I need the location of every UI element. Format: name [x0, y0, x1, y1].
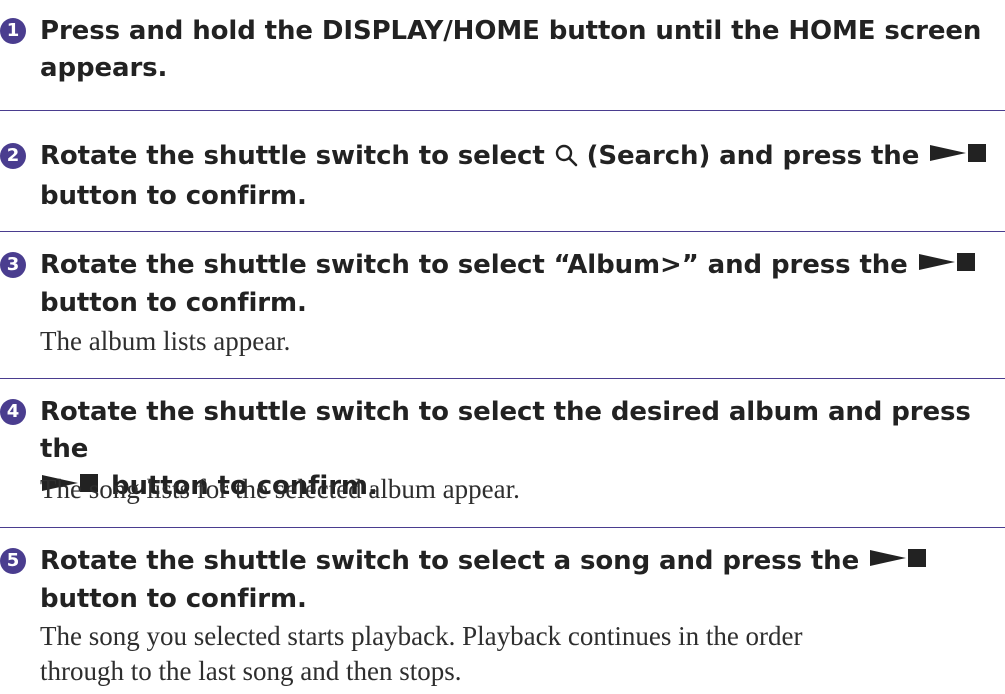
step-instruction-line: Rotate the shuttle switch to select a so… — [40, 546, 869, 576]
step-instruction-line: (Search) and press the — [577, 141, 929, 171]
step-result-line: The song you selected starts playback. P… — [40, 621, 803, 651]
section-divider — [0, 110, 1005, 111]
step-instruction-line: Rotate the shuttle switch to select “Alb… — [40, 250, 917, 280]
step-instruction-line: Press and hold the DISPLAY/HOME button u… — [40, 16, 982, 46]
step-instruction-line: appears. — [40, 53, 168, 83]
step-result-text: The album lists appear. — [40, 326, 291, 356]
step-instruction: Press and hold the DISPLAY/HOME button u… — [40, 13, 1000, 87]
step-instruction: Rotate the shuttle switch to select “Alb… — [40, 247, 1000, 322]
step-instruction-line: Rotate the shuttle switch to select the … — [40, 397, 971, 464]
step-number-badge: 4 — [0, 399, 26, 425]
play-stop-icon — [917, 248, 979, 285]
section-divider — [0, 231, 1005, 232]
step-result-text: The song you selected starts playback. P… — [40, 619, 980, 689]
step-instruction: Rotate the shuttle switch to select (Sea… — [40, 138, 1000, 215]
step-instruction-line: button to confirm. — [40, 584, 307, 614]
step-number-badge: 5 — [0, 548, 26, 574]
step-number-badge: 2 — [0, 143, 26, 169]
step-number-badge: 1 — [0, 18, 26, 44]
step-instruction: Rotate the shuttle switch to select a so… — [40, 543, 1000, 618]
step-result-text: The song lists for the selected album ap… — [40, 474, 520, 504]
step-result-line: through to the last song and then stops. — [40, 656, 462, 686]
step-instruction-line: button to confirm. — [40, 288, 307, 318]
search-icon — [554, 141, 578, 178]
section-divider — [0, 527, 1005, 528]
play-stop-icon — [928, 139, 990, 176]
step-instruction-line: button to confirm. — [40, 181, 307, 211]
section-divider — [0, 378, 1005, 379]
play-stop-icon — [868, 544, 930, 581]
step-number-badge: 3 — [0, 252, 26, 278]
step-instruction-line: Rotate the shuttle switch to select — [40, 141, 554, 171]
